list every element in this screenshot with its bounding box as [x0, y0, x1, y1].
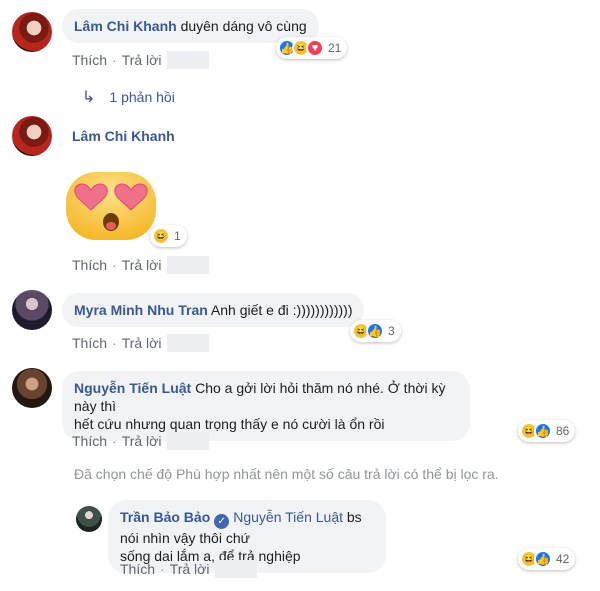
reaction-summary[interactable]: 👍 😆 ♥ 21 [276, 37, 348, 59]
heart-eyes-sticker [62, 166, 160, 244]
reply-actions: Thích · Trả lời [120, 560, 258, 578]
filter-notice: Đã chọn chế độ Phù hợp nhất nên một số c… [74, 466, 499, 482]
commenter-name[interactable]: Nguyễn Tiến Luật [74, 380, 191, 396]
reply-link[interactable]: Trả lời [122, 433, 162, 449]
reaction-summary[interactable]: 😆 👍 42 [518, 548, 576, 570]
heart-eyes-emoji-icon [66, 172, 156, 240]
comment-actions: Thích · Trả lời [72, 334, 210, 352]
reaction-count: 1 [174, 229, 181, 243]
like-link[interactable]: Thích [72, 433, 107, 449]
separator: · [112, 335, 117, 351]
like-reaction-icon: 👍 [366, 322, 384, 340]
reply-link[interactable]: Trả lời [122, 52, 162, 68]
separator: · [112, 52, 117, 68]
separator: · [112, 257, 117, 273]
avatar[interactable] [12, 368, 52, 408]
haha-reaction-icon: 😆 [152, 227, 170, 245]
like-link[interactable]: Thích [72, 52, 107, 68]
timestamp[interactable] [167, 256, 210, 274]
reaction-count: 21 [328, 41, 342, 55]
timestamp[interactable] [167, 334, 210, 352]
reply-arrow-icon: ↳ [82, 89, 96, 106]
avatar[interactable] [12, 12, 52, 52]
like-link[interactable]: Thích [120, 561, 155, 577]
reply-link[interactable]: Trả lời [122, 257, 162, 273]
commenter-name[interactable]: Lâm Chi Khanh [74, 18, 177, 34]
like-reaction-icon: 👍 [534, 422, 552, 440]
view-replies-button[interactable]: ↳ 1 phản hồi [82, 87, 175, 107]
comment-text: duyên dáng vô cùng [180, 18, 307, 34]
like-link[interactable]: Thích [72, 257, 107, 273]
reply-link[interactable]: Trả lời [170, 561, 210, 577]
timestamp[interactable] [167, 51, 210, 69]
comment-actions: Thích · Trả lời [72, 51, 210, 69]
avatar[interactable] [12, 290, 52, 330]
separator: · [160, 561, 165, 577]
reaction-summary[interactable]: 😆 👍 86 [518, 420, 576, 442]
like-link[interactable]: Thích [72, 335, 107, 351]
reaction-count: 3 [388, 324, 395, 338]
commenter-name[interactable]: Myra Minh Nhu Tran [74, 302, 208, 318]
comment-text: Anh giết e đi :)))))))))))) [210, 302, 353, 318]
love-reaction-icon: ♥ [306, 39, 324, 57]
avatar[interactable] [12, 116, 52, 156]
separator: · [112, 433, 117, 449]
comment-actions: Thích · Trả lời [72, 256, 210, 274]
mention-tag[interactable]: Nguyễn Tiến Luật [233, 509, 343, 525]
reaction-count: 86 [556, 424, 570, 438]
comment-actions: Thích · Trả lời [72, 432, 210, 450]
avatar[interactable] [76, 506, 102, 532]
reaction-summary[interactable]: 😆 👍 3 [350, 320, 401, 342]
like-reaction-icon: 👍 [534, 550, 552, 568]
timestamp[interactable] [167, 432, 210, 450]
commenter-name[interactable]: Trần Bảo Bảo [120, 509, 210, 525]
commenter-name[interactable]: Lâm Chi Khanh [72, 128, 175, 144]
comment-bubble: Nguyễn Tiến Luật Cho a gởi lời hỏi thăm … [62, 371, 470, 441]
verified-badge-icon: ✓ [214, 514, 230, 529]
comment-bubble: Myra Minh Nhu Tran Anh giết e đi :))))))… [62, 293, 365, 327]
reaction-summary[interactable]: 😆 1 [150, 225, 187, 247]
reply-link[interactable]: Trả lời [122, 335, 162, 351]
timestamp[interactable] [215, 560, 258, 578]
comment-text-line-2: hết cứu nhưng quan trọng thấy e nó cười … [74, 416, 385, 432]
reaction-count: 42 [556, 552, 570, 566]
replies-count-label: 1 phản hồi [109, 89, 175, 105]
